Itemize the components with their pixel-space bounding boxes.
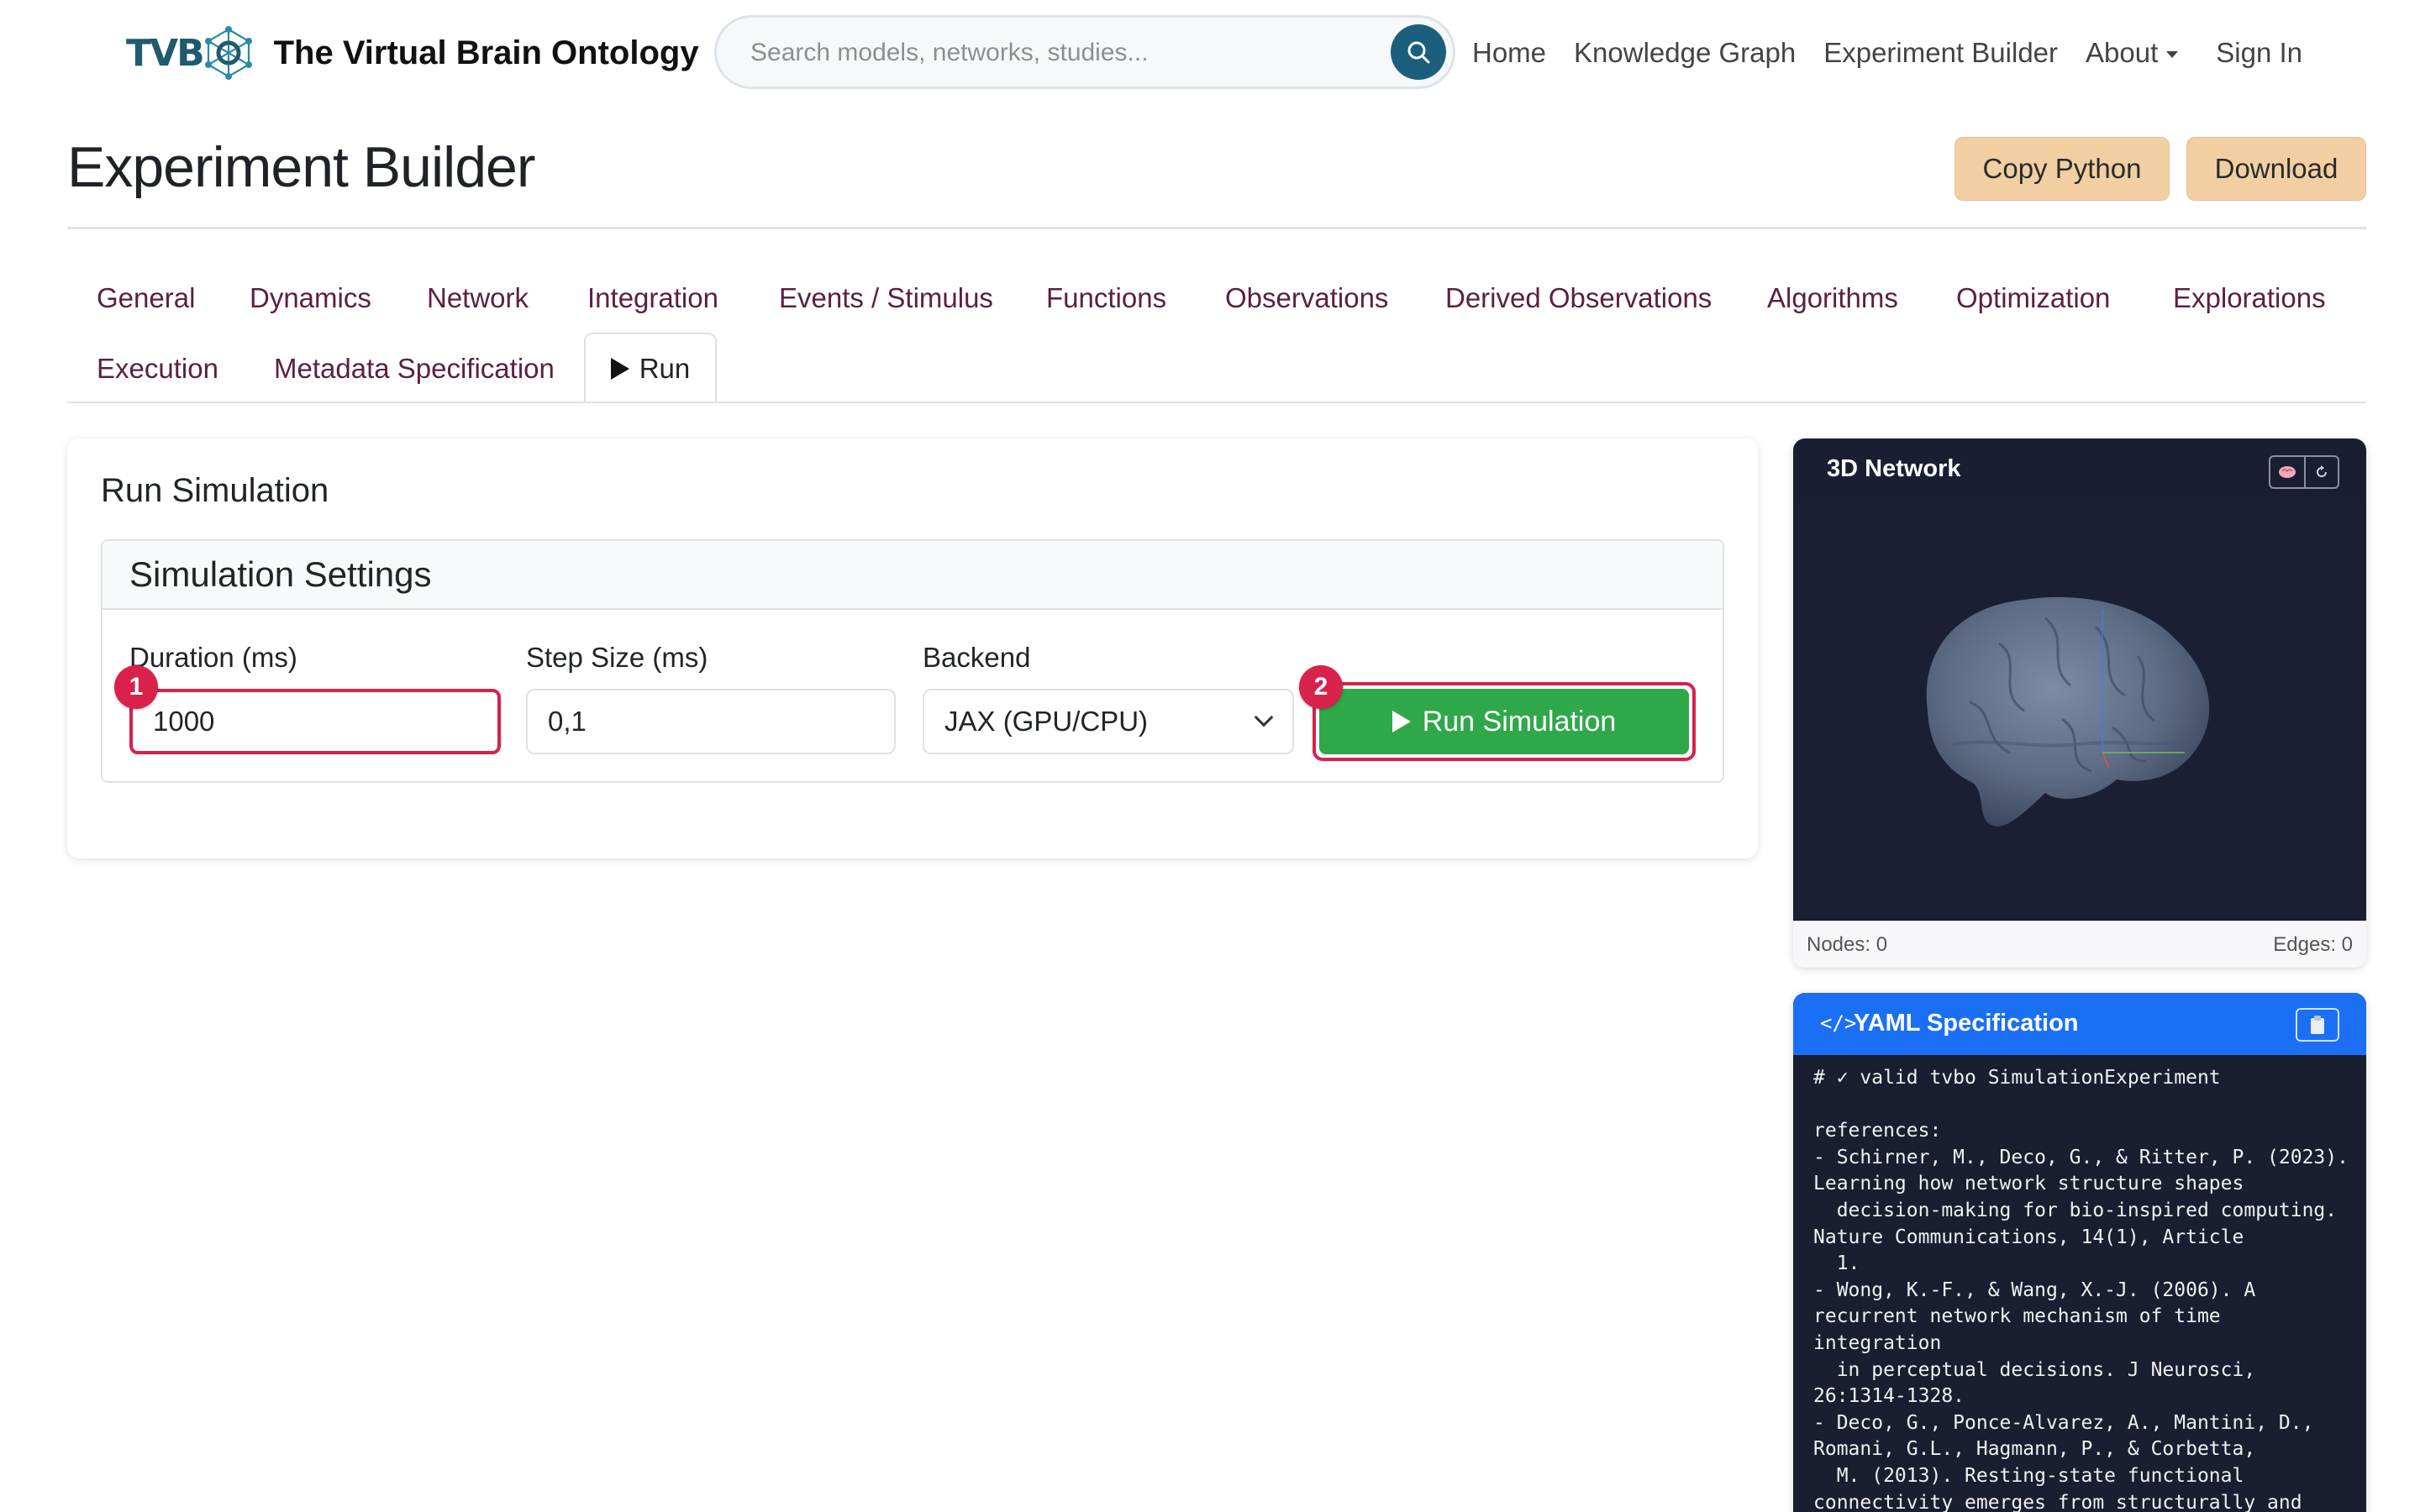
network-3d-canvas[interactable] (1793, 501, 2366, 921)
brain-icon (2279, 466, 2296, 478)
nav-home[interactable]: Home (1472, 37, 1546, 69)
step-size-label: Step Size (ms) (526, 642, 708, 673)
tab-network[interactable]: Network (427, 282, 529, 314)
search-bar (714, 15, 1455, 89)
yaml-specification-panel: </> YAML Specification # ✓ valid tvbo Si… (1793, 993, 2366, 1512)
nav-about-dropdown[interactable]: About (2086, 37, 2179, 69)
duration-label: Duration (ms) (129, 642, 297, 673)
yaml-line: 1. (1813, 1252, 1860, 1275)
download-button[interactable]: Download (2186, 137, 2366, 201)
network-3d-panel: 3D Network Nodes: 0 Edges: 0 (1793, 438, 2366, 968)
yaml-line: 26:1314-1328. (1813, 1385, 1965, 1408)
yaml-specification-header: </> YAML Specification (1793, 993, 2366, 1055)
backend-select[interactable]: JAX (GPU/CPU) (923, 689, 1294, 754)
yaml-line: Learning how network structure shapes (1813, 1173, 2244, 1195)
run-simulation-card: Run Simulation Simulation Settings Durat… (67, 438, 1758, 858)
clipboard-icon (2311, 1016, 2324, 1034)
node-count: Nodes: 0 (1807, 933, 1888, 956)
tab-optimization[interactable]: Optimization (1956, 282, 2110, 314)
yaml-line: - Wong, K.-F., & Wang, X.-J. (2006). A (1813, 1278, 2256, 1301)
yaml-line: - Schirner, M., Deco, G., & Ritter, P. (… (1813, 1146, 2349, 1168)
header-divider (67, 227, 2366, 229)
backend-label: Backend (923, 642, 1031, 673)
tab-integration[interactable]: Integration (587, 282, 718, 314)
toggle-brain-button[interactable] (2270, 457, 2304, 487)
tab-observations[interactable]: Observations (1225, 282, 1388, 314)
duration-input[interactable] (129, 689, 501, 754)
reset-view-button[interactable] (2304, 457, 2338, 487)
yaml-line: Nature Communications, 14(1), Article (1813, 1226, 2244, 1248)
network-view-controls (2269, 455, 2339, 489)
nav-links: Home Knowledge Graph Experiment Builder … (1472, 30, 2330, 76)
yaml-line: integration (1813, 1331, 1942, 1354)
step-badge-1: 1 (114, 665, 158, 709)
tabs-divider (67, 402, 2366, 403)
run-button-highlight: Run Simulation (1313, 682, 1696, 761)
yaml-line: in perceptual decisions. J Neurosci, (1813, 1358, 2256, 1381)
tab-run[interactable]: Run (584, 333, 717, 403)
tab-run-label: Run (639, 353, 691, 384)
nav-experiment-builder[interactable]: Experiment Builder (1823, 37, 2058, 69)
simulation-settings-title: Simulation Settings (129, 554, 432, 594)
reset-view-icon (2317, 465, 2327, 477)
play-icon (610, 358, 629, 380)
caret-down-icon (2166, 51, 2179, 59)
nav-sign-in[interactable]: Sign In (2216, 37, 2302, 69)
copy-python-button[interactable]: Copy Python (1954, 137, 2170, 201)
yaml-specification-title: YAML Specification (1854, 1010, 2079, 1037)
network-3d-title: 3D Network (1827, 455, 1961, 482)
network-3d-header: 3D Network (1793, 438, 2366, 501)
yaml-line (1813, 1092, 2351, 1119)
yaml-line: references: (1813, 1120, 1942, 1142)
tab-derived-observations[interactable]: Derived Observations (1445, 282, 1712, 314)
run-simulation-title: Run Simulation (101, 472, 329, 509)
yaml-code-block: # ✓ valid tvbo SimulationExperiment refe… (1813, 1065, 2351, 1512)
navbar: TVB The Virtual Brain Ontology Search mo… (0, 0, 2420, 108)
page-title: Experiment Builder (67, 135, 535, 199)
edge-count: Edges: 0 (2273, 933, 2353, 956)
network-3d-footer: Nodes: 0 Edges: 0 (1793, 921, 2366, 968)
tab-execution[interactable]: Execution (97, 353, 218, 385)
run-simulation-button-label: Run Simulation (1422, 705, 1617, 738)
brand-link[interactable]: TVB The Virtual Brain Ontology (126, 22, 699, 84)
yaml-line: # ✓ valid tvbo SimulationExperiment (1813, 1067, 2221, 1089)
nav-knowledge-graph[interactable]: Knowledge Graph (1574, 37, 1796, 69)
step-size-input[interactable] (526, 689, 896, 754)
tvb-network-logo-icon (204, 26, 252, 80)
search-icon (1407, 41, 1430, 64)
logo-text: TVB (126, 31, 205, 75)
tab-functions[interactable]: Functions (1046, 282, 1166, 314)
tab-metadata-specification[interactable]: Metadata Specification (274, 353, 555, 385)
backend-selected-value: JAX (GPU/CPU) (944, 706, 1149, 737)
search-button[interactable] (1391, 24, 1446, 80)
yaml-line: decision-making for bio-inspired computi… (1813, 1199, 2338, 1221)
search-input[interactable] (750, 34, 1372, 71)
copy-yaml-button[interactable] (2296, 1008, 2339, 1042)
run-simulation-button[interactable]: Run Simulation (1319, 689, 1689, 754)
tab-general[interactable]: General (97, 282, 195, 314)
tab-dynamics[interactable]: Dynamics (250, 282, 371, 314)
brand-title: The Virtual Brain Ontology (273, 34, 699, 71)
tvb-logo: TVB (126, 22, 255, 84)
chevron-down-icon (1254, 707, 1274, 727)
brain-render (1926, 596, 2210, 827)
yaml-line: connectivity emerges from structurally a… (1813, 1491, 2302, 1512)
code-icon: </> (1820, 1011, 1857, 1035)
simulation-settings-panel: Simulation Settings Duration (ms) Step S… (101, 539, 1724, 783)
yaml-line: Romani, G.L., Hagmann, P., & Corbetta, (1813, 1438, 2256, 1461)
tab-explorations[interactable]: Explorations (2173, 282, 2326, 314)
nav-about-label: About (2086, 37, 2159, 68)
step-badge-2: 2 (1299, 665, 1343, 709)
yaml-line: recurrent network mechanism of time (1813, 1305, 2221, 1328)
tab-algorithms[interactable]: Algorithms (1767, 282, 1898, 314)
play-icon (1392, 711, 1411, 732)
yaml-line: M. (2013). Resting-state functional (1813, 1464, 2244, 1487)
simulation-settings-header: Simulation Settings (103, 541, 1723, 610)
yaml-line: - Deco, G., Ponce-Alvarez, A., Mantini, … (1813, 1411, 2314, 1434)
tab-events-stimulus[interactable]: Events / Stimulus (779, 282, 993, 314)
